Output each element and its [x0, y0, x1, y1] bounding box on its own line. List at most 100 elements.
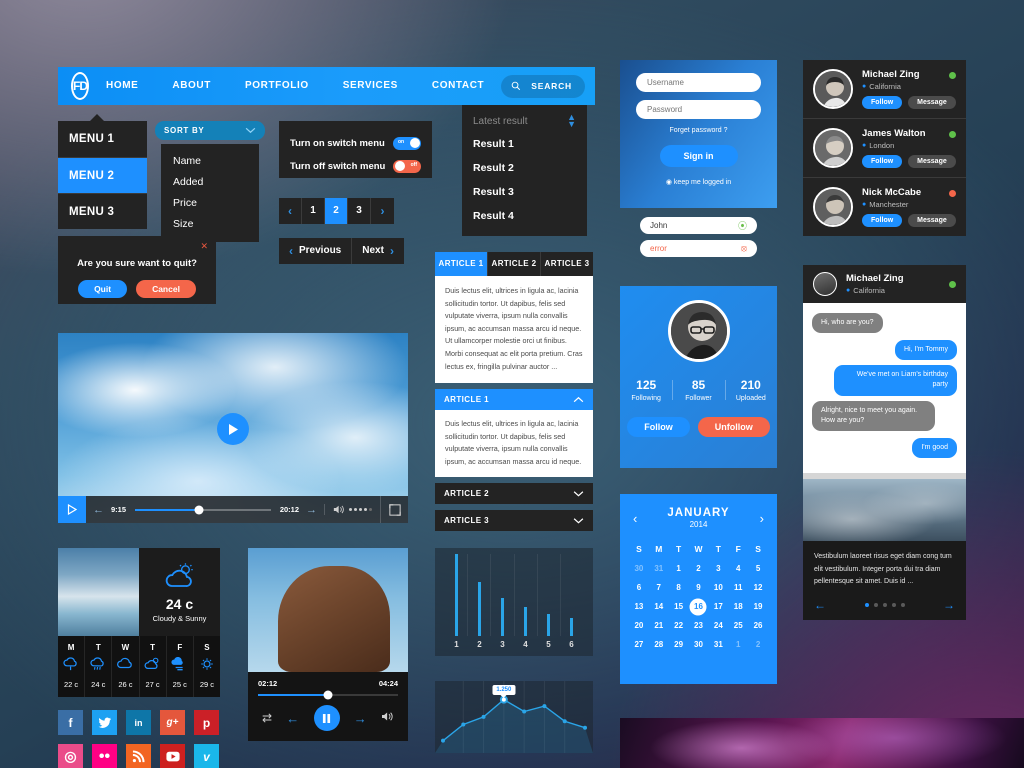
calendar-day[interactable]: 2	[689, 559, 709, 578]
accordion-header-1[interactable]: ARTICLE 1	[435, 389, 593, 410]
calendar-day[interactable]: 21	[649, 616, 669, 635]
carousel-prev-icon[interactable]: ←	[814, 598, 826, 612]
menu-item-2[interactable]: MENU 2	[58, 157, 147, 193]
calendar-day[interactable]: 6	[629, 578, 649, 597]
carousel-dot[interactable]	[882, 602, 887, 607]
cancel-button[interactable]: Cancel	[136, 280, 196, 298]
calendar-day[interactable]: 31	[708, 635, 728, 654]
shuffle-icon[interactable]: ⇄	[262, 711, 272, 725]
calendar-day[interactable]: 30	[629, 559, 649, 578]
calendar-day[interactable]: 28	[649, 635, 669, 654]
pagination-prev[interactable]: ‹	[279, 198, 302, 224]
logo-icon[interactable]: FD	[71, 72, 89, 100]
calendar-day[interactable]: 15	[669, 597, 689, 616]
music-progress-handle[interactable]	[323, 690, 333, 700]
rss-icon[interactable]	[126, 744, 151, 768]
next-icon[interactable]: →	[354, 711, 367, 726]
pause-icon[interactable]	[313, 705, 340, 731]
menu-item-3[interactable]: MENU 3	[58, 193, 147, 229]
calendar-day[interactable]: 4	[728, 559, 748, 578]
accordion-header-2[interactable]: ARTICLE 2	[435, 483, 593, 505]
calendar-day[interactable]: 8	[669, 578, 689, 597]
calendar-day[interactable]: 29	[669, 635, 689, 654]
calendar-day[interactable]: 12	[748, 578, 768, 597]
next-button[interactable]: Next ›	[352, 238, 404, 264]
sort-option-added[interactable]: Added	[161, 171, 259, 192]
calendar-day[interactable]: 23	[689, 616, 709, 635]
toggle-switch-off[interactable]: off	[393, 159, 421, 173]
username-input[interactable]	[636, 73, 761, 92]
previous-button[interactable]: ‹ Previous	[279, 238, 353, 264]
carousel-dot[interactable]	[891, 602, 896, 607]
volume-level[interactable]	[349, 508, 372, 511]
calendar-day[interactable]: 3	[708, 559, 728, 578]
previous-icon[interactable]: ←	[286, 711, 299, 726]
tab-article-3[interactable]: ARTICLE 3	[541, 252, 593, 276]
sort-option-name[interactable]: Name	[161, 150, 259, 171]
menu-item-1[interactable]: MENU 1	[58, 121, 147, 157]
toggle-switch-on[interactable]: on	[393, 136, 421, 150]
vimeo-icon[interactable]: v	[194, 744, 219, 768]
calendar-day[interactable]: 5	[748, 559, 768, 578]
quit-button[interactable]: Quit	[78, 280, 128, 298]
nav-link-home[interactable]: HOME	[89, 67, 155, 105]
unfollow-button[interactable]: Unfollow	[697, 417, 770, 437]
calendar-day[interactable]: 1	[728, 635, 748, 654]
pinterest-icon[interactable]: p	[194, 710, 219, 735]
sort-dropdown-toggle[interactable]: SORT BY	[155, 121, 265, 140]
follow-button[interactable]: Follow	[627, 417, 690, 437]
valid-input-field[interactable]: John ⦿	[640, 217, 757, 234]
message-button[interactable]: Message	[908, 96, 956, 109]
calendar-prev-month[interactable]: ‹	[633, 511, 637, 526]
calendar-day[interactable]: 7	[649, 578, 669, 597]
calendar-day[interactable]: 24	[708, 616, 728, 635]
result-item-2[interactable]: Result 2	[462, 156, 587, 180]
sort-updown-icon[interactable]: ▲ ▼	[567, 113, 576, 129]
calendar-day[interactable]: 22	[669, 616, 689, 635]
error-input-field[interactable]: error ⦻	[640, 240, 757, 257]
play-icon[interactable]	[217, 413, 249, 445]
calendar-day[interactable]: 1	[669, 559, 689, 578]
calendar-day[interactable]: 2	[748, 635, 768, 654]
sort-option-price[interactable]: Price	[161, 192, 259, 213]
signin-button[interactable]: Sign in	[659, 145, 738, 167]
calendar-day[interactable]: 30	[689, 635, 709, 654]
rewind-icon[interactable]: ←	[93, 504, 104, 516]
calendar-day[interactable]: 13	[629, 597, 649, 616]
fullscreen-icon[interactable]	[380, 496, 408, 523]
tab-article-2[interactable]: ARTICLE 2	[488, 252, 541, 276]
video-progress-handle[interactable]	[194, 505, 204, 514]
calendar-day[interactable]: 26	[748, 616, 768, 635]
calendar-day[interactable]: 19	[748, 597, 768, 616]
message-button[interactable]: Message	[908, 214, 956, 227]
calendar-day[interactable]: 18	[728, 597, 748, 616]
volume-icon[interactable]	[381, 711, 394, 725]
forward-icon[interactable]: →	[306, 504, 317, 516]
calendar-next-month[interactable]: ›	[760, 511, 764, 526]
calendar-day[interactable]: 10	[708, 578, 728, 597]
nav-link-services[interactable]: SERVICES	[326, 67, 415, 105]
pagination-page-3[interactable]: 3	[348, 198, 371, 224]
play-button[interactable]	[58, 496, 86, 523]
search-box[interactable]: SEARCH	[501, 74, 585, 98]
volume-control[interactable]	[324, 504, 380, 515]
result-item-3[interactable]: Result 3	[462, 180, 587, 204]
calendar-day[interactable]: 14	[649, 597, 669, 616]
nav-link-portfolio[interactable]: PORTFOLIO	[228, 67, 326, 105]
googleplus-icon[interactable]: g+	[160, 710, 185, 735]
calendar-day[interactable]: 9	[689, 578, 709, 597]
follow-button[interactable]: Follow	[862, 214, 903, 227]
video-progress-slider[interactable]	[135, 505, 271, 514]
keep-logged-in-row[interactable]: ◉ keep me logged in	[636, 178, 761, 186]
follow-button[interactable]: Follow	[862, 96, 903, 109]
nav-link-contact[interactable]: CONTACT	[415, 67, 501, 105]
flickr-icon[interactable]: ••	[92, 744, 117, 768]
calendar-day[interactable]: 25	[728, 616, 748, 635]
result-item-1[interactable]: Result 1	[462, 132, 587, 156]
nav-link-about[interactable]: ABOUT	[155, 67, 228, 105]
tab-article-1[interactable]: ARTICLE 1	[435, 252, 488, 276]
carousel-dot[interactable]	[873, 602, 878, 607]
carousel-next-icon[interactable]: →	[943, 598, 955, 612]
accordion-header-3[interactable]: ARTICLE 3	[435, 510, 593, 532]
password-input[interactable]	[636, 100, 761, 119]
